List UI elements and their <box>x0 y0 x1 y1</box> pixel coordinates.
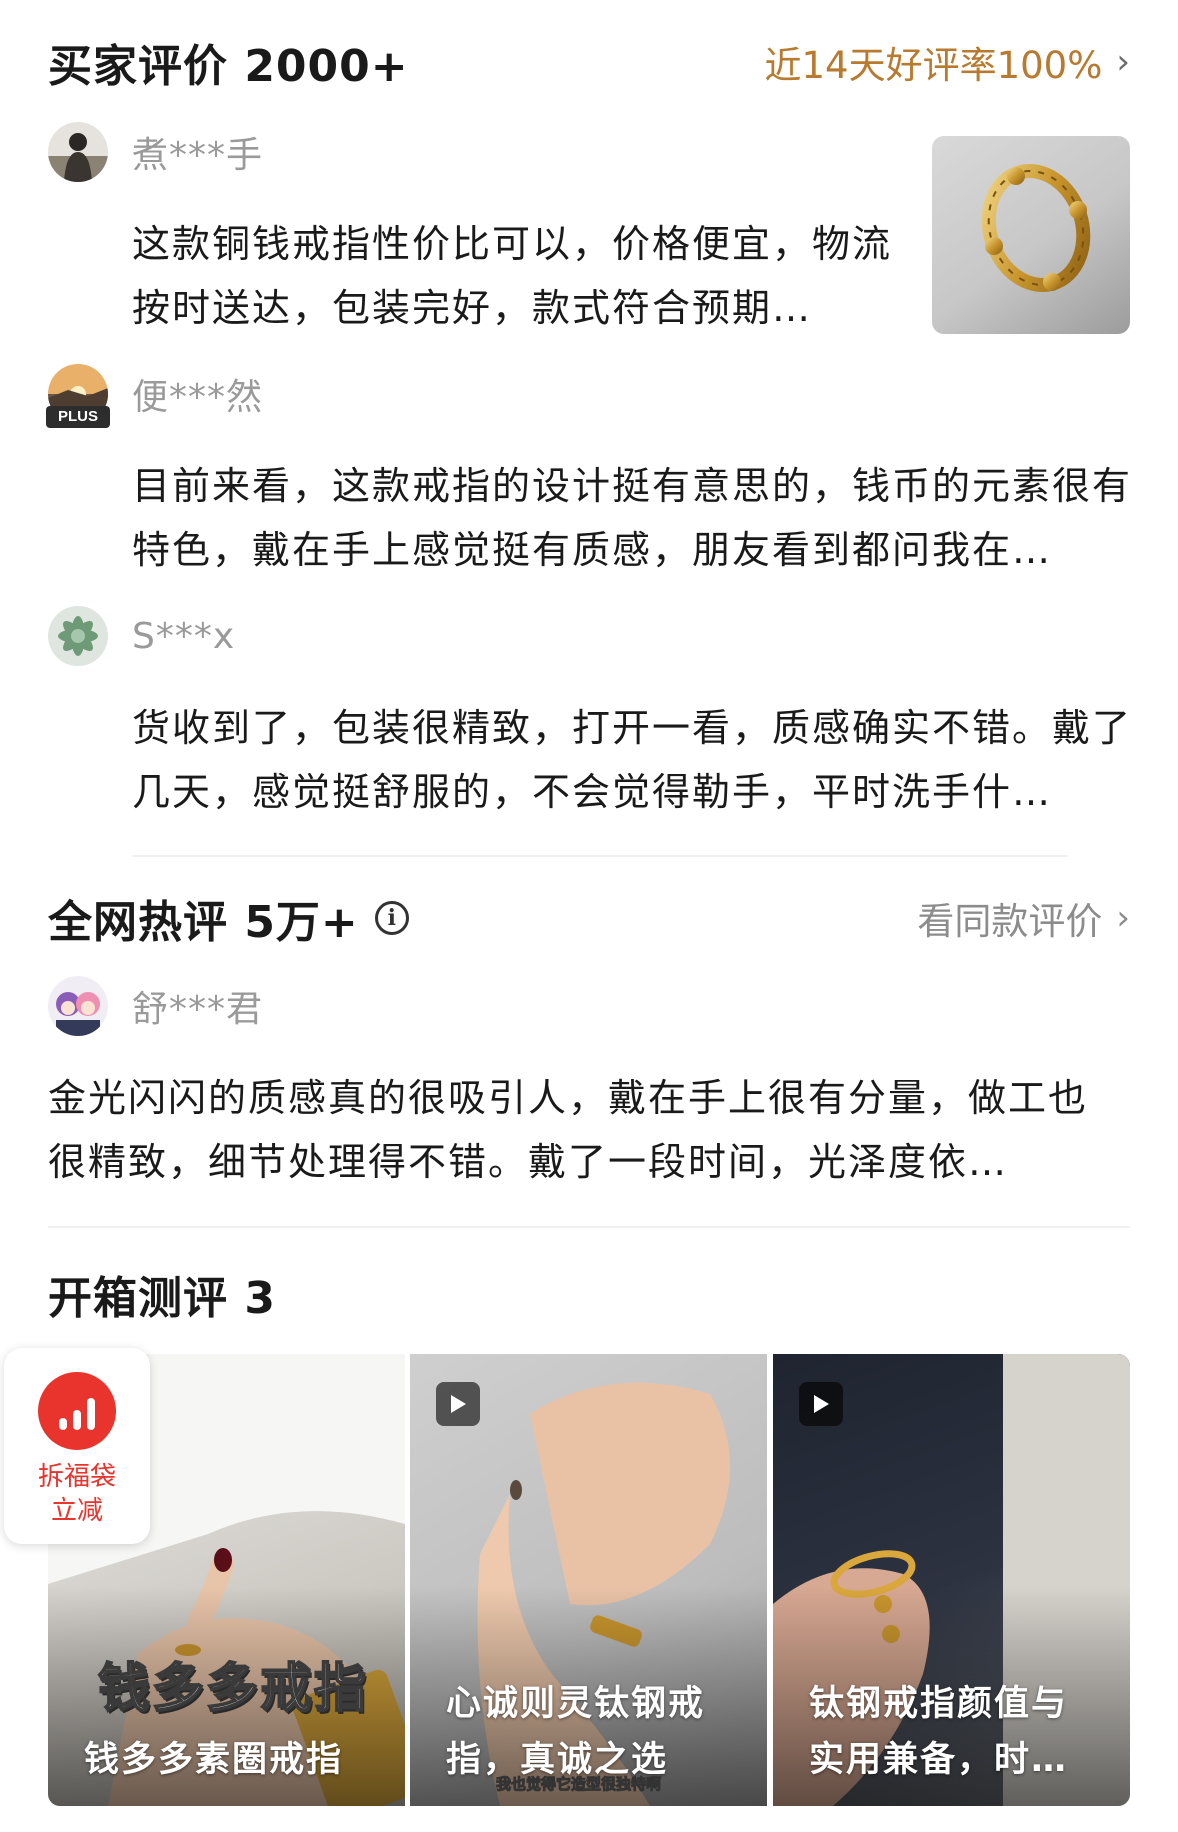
buyer-reviews-title: 买家评价 2000+ <box>48 41 409 92</box>
avatar <box>48 976 108 1036</box>
unboxing-header: 开箱测评 3 <box>48 1262 1130 1326</box>
bar-chart-icon <box>38 1372 116 1450</box>
hot-reviews-title: 全网热评 5万+ <box>48 897 359 948</box>
chevron-right-icon: › <box>1116 42 1130 82</box>
play-icon <box>799 1382 843 1426</box>
see-same-reviews-text: 看同款评价 <box>917 900 1103 943</box>
review-text[interactable]: 这款铜钱戒指性价比可以，价格便宜，物流按时送达，包装完好，款式符合预期… <box>132 212 902 340</box>
reviewer-name: 便***然 <box>132 377 264 418</box>
chevron-right-icon: › <box>1116 898 1130 938</box>
review-text[interactable]: 货收到了，包装很精致，打开一看，质感确实不错。戴了几天，感觉挺舒服的，不会觉得勒… <box>132 696 1132 824</box>
good-rate-link[interactable]: 近14天好评率100% › <box>765 35 1130 89</box>
reviewer-name: 煮***手 <box>132 135 264 176</box>
reviewer-2: PLUS 便***然 <box>46 364 264 428</box>
hot-reviews-header: 全网热评 5万+ i 看同款评价 › <box>48 886 1130 950</box>
video-caption: 心诚则灵钛钢戒指，真诚之选 <box>446 1684 706 1780</box>
buyer-reviews-header: 买家评价 2000+ 近14天好评率100% › <box>48 30 1130 94</box>
unboxing-title: 开箱测评 3 <box>48 1273 276 1324</box>
reviewer-hot: 舒***君 <box>48 976 263 1036</box>
avatar <box>48 122 108 182</box>
avatar: PLUS <box>46 364 110 428</box>
reviewer-name: 舒***君 <box>132 989 264 1030</box>
reviewer-1: 煮***手 <box>48 122 263 182</box>
lucky-bag-badge[interactable]: 拆福袋 立减 <box>4 1348 150 1544</box>
lucky-bag-label: 拆福袋 立减 <box>38 1460 116 1528</box>
hot-review-text[interactable]: 金光闪闪的质感真的很吸引人，戴在手上很有分量，做工也很精致，细节处理得不错。戴了… <box>48 1066 1098 1194</box>
good-rate-text: 近14天好评率100% <box>764 44 1103 87</box>
lucky-bag-line1: 拆福袋 <box>37 1462 116 1492</box>
unboxing-video-card[interactable]: 心诚则灵钛钢戒指，真诚之选 我也觉得它造型很独特啊 <box>410 1354 767 1806</box>
reviewer-name: S***x <box>132 615 236 657</box>
reviewer-3: S***x <box>48 606 235 666</box>
divider <box>48 1226 1130 1228</box>
play-icon <box>436 1382 480 1426</box>
divider <box>132 855 1068 857</box>
video-caption: 钱多多素圈戒指 <box>84 1740 344 1780</box>
video-caption: 钛钢戒指颜值与实用兼备，时… <box>809 1684 1069 1780</box>
unboxing-video-card[interactable]: 钛钢戒指颜值与实用兼备，时… <box>773 1354 1130 1806</box>
review-text[interactable]: 目前来看，这款戒指的设计挺有意思的，钱币的元素很有特色，戴在手上感觉挺有质感，朋… <box>132 454 1132 582</box>
plus-badge: PLUS <box>46 406 110 428</box>
avatar <box>48 606 108 666</box>
video-sub-overlay: 我也觉得它造型很独特啊 <box>495 1775 662 1794</box>
video-overlay-title: 钱多多戒指 <box>97 1658 369 1720</box>
review-image[interactable] <box>932 136 1130 334</box>
see-same-reviews-link[interactable]: 看同款评价 › <box>917 891 1130 945</box>
lucky-bag-line2: 立减 <box>50 1496 103 1526</box>
info-icon[interactable]: i <box>374 901 409 935</box>
